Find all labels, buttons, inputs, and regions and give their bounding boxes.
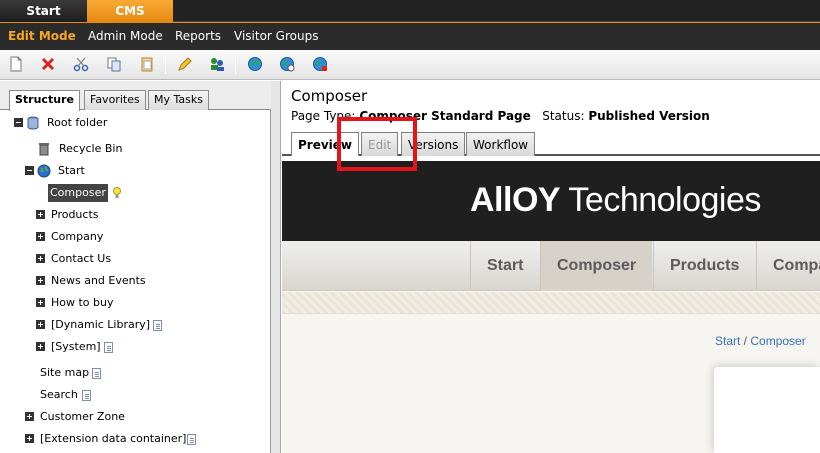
tab-favorites[interactable]: Favorites <box>84 90 146 110</box>
tree-node-start[interactable]: Start <box>0 162 270 180</box>
expand-toggle[interactable] <box>36 320 45 329</box>
expand-toggle[interactable] <box>25 412 34 421</box>
tree-label: Contact Us <box>51 252 112 265</box>
database-icon <box>26 116 40 130</box>
expand-toggle[interactable] <box>36 342 45 351</box>
tree-node-system[interactable]: [System] <box>0 338 270 356</box>
panel-splitter[interactable] <box>271 81 281 453</box>
main-content: Composer Page Type: Composer Standard Pa… <box>282 81 820 453</box>
tab-my-tasks[interactable]: My Tasks <box>148 90 209 110</box>
tree-label: Search <box>40 388 78 401</box>
globe-icon <box>37 164 51 178</box>
tree-label: Site map <box>40 366 90 379</box>
expand-toggle[interactable] <box>25 434 34 443</box>
site-content-box <box>714 367 820 453</box>
mode-bar: Edit Mode Admin Mode Reports Visitor Gro… <box>0 22 820 50</box>
paste-icon[interactable] <box>139 56 155 72</box>
site-nav-products[interactable]: Products <box>653 241 755 291</box>
site-nav-composer[interactable]: Composer <box>540 241 653 291</box>
page-preview: AllOY Technologies Start Composer Produc… <box>282 161 820 453</box>
toolbar-separator <box>235 55 236 74</box>
tree-node-recycle-bin[interactable]: Recycle Bin <box>0 140 270 158</box>
app-tab-bar: Start CMS <box>0 0 820 22</box>
tree-node-contact-us[interactable]: Contact Us <box>0 250 270 268</box>
tree-node-dynamic-library[interactable]: [Dynamic Library] <box>0 316 270 334</box>
users-icon[interactable] <box>209 56 225 72</box>
app-tab-cms[interactable]: CMS <box>87 0 173 22</box>
page-icon <box>92 368 101 379</box>
tab-structure[interactable]: Structure <box>9 90 80 111</box>
cut-icon[interactable] <box>73 56 89 72</box>
tree-label: [Dynamic Library] <box>51 318 151 331</box>
tree-label: Start <box>58 164 85 177</box>
tree-label: Products <box>51 208 99 221</box>
tree-node-site-map[interactable]: Site map <box>0 364 270 382</box>
tree-label: Customer Zone <box>40 410 125 423</box>
expand-toggle[interactable] <box>36 298 45 307</box>
highlight-box <box>337 117 417 171</box>
toolbar <box>0 50 820 80</box>
tree-node-extension-data[interactable]: [Extension data container] <box>0 430 270 448</box>
admin-mode-link[interactable]: Admin Mode <box>88 23 163 50</box>
collapse-toggle[interactable] <box>14 118 23 127</box>
recycle-bin-icon <box>37 142 51 156</box>
page-icon <box>82 390 91 401</box>
tree-label-selected: Composer <box>48 184 108 202</box>
tree-node-composer[interactable]: Composer <box>0 184 270 202</box>
expand-toggle[interactable] <box>36 210 45 219</box>
tree-label: Root folder <box>47 116 108 129</box>
expand-toggle[interactable] <box>36 232 45 241</box>
new-page-icon[interactable] <box>8 56 24 72</box>
breadcrumb-separator: / <box>740 334 751 348</box>
site-logo[interactable]: AllOY Technologies <box>470 181 761 220</box>
structure-panel: Structure Favorites My Tasks Root folder… <box>0 81 271 453</box>
app-tab-start[interactable]: Start <box>0 0 87 22</box>
site-nav: Start Composer Products Compa <box>282 241 820 291</box>
site-nav-start[interactable]: Start <box>470 241 539 291</box>
tree-label: [System] <box>51 340 101 353</box>
tree-label: [Extension data container] <box>40 432 187 445</box>
decorative-pattern-bar <box>282 292 820 314</box>
tree-node-products[interactable]: Products <box>0 206 270 224</box>
status-value: Published Version <box>588 109 710 123</box>
breadcrumb-composer-link[interactable]: Composer <box>750 334 805 348</box>
tree-node-customer-zone[interactable]: Customer Zone <box>0 408 270 426</box>
globe-icon[interactable] <box>247 56 263 72</box>
site-header: AllOY Technologies <box>282 161 820 241</box>
toolbar-separator <box>165 55 166 74</box>
tree-node-root[interactable]: Root folder <box>0 114 270 132</box>
status-label: Status: <box>542 109 585 123</box>
tree-label: Company <box>51 230 104 243</box>
collapse-toggle[interactable] <box>25 166 34 175</box>
globe-edit-icon[interactable] <box>312 56 328 72</box>
reports-link[interactable]: Reports <box>175 23 221 50</box>
tree-node-how-to-buy[interactable]: How to buy <box>0 294 270 312</box>
expand-toggle[interactable] <box>36 254 45 263</box>
edit-icon[interactable] <box>177 56 193 72</box>
page-title: Composer <box>291 87 368 105</box>
tree-node-news-events[interactable]: News and Events <box>0 272 270 290</box>
left-tab-bar: Structure Favorites My Tasks <box>0 81 271 111</box>
tree-label: News and Events <box>51 274 146 287</box>
page-icon <box>104 342 113 353</box>
tree-label: How to buy <box>51 296 114 309</box>
expand-toggle[interactable] <box>36 276 45 285</box>
tree-node-company[interactable]: Company <box>0 228 270 246</box>
tab-workflow[interactable]: Workflow <box>466 132 536 156</box>
visitor-groups-link[interactable]: Visitor Groups <box>234 23 318 50</box>
tree-node-search[interactable]: Search <box>0 386 270 404</box>
globe-view-icon[interactable] <box>279 56 295 72</box>
copy-icon[interactable] <box>106 56 122 72</box>
lightbulb-icon <box>113 187 121 199</box>
site-breadcrumb: Start / Composer <box>715 334 806 348</box>
page-icon <box>153 320 162 331</box>
page-tree: Root folder Recycle Bin Start Composer P… <box>0 110 271 453</box>
page-icon <box>187 434 196 445</box>
breadcrumb-start-link[interactable]: Start <box>715 334 740 348</box>
tree-label: Recycle Bin <box>59 142 123 155</box>
site-nav-company[interactable]: Compa <box>756 241 820 291</box>
edit-mode-link[interactable]: Edit Mode <box>8 23 76 50</box>
delete-icon[interactable] <box>40 56 56 72</box>
